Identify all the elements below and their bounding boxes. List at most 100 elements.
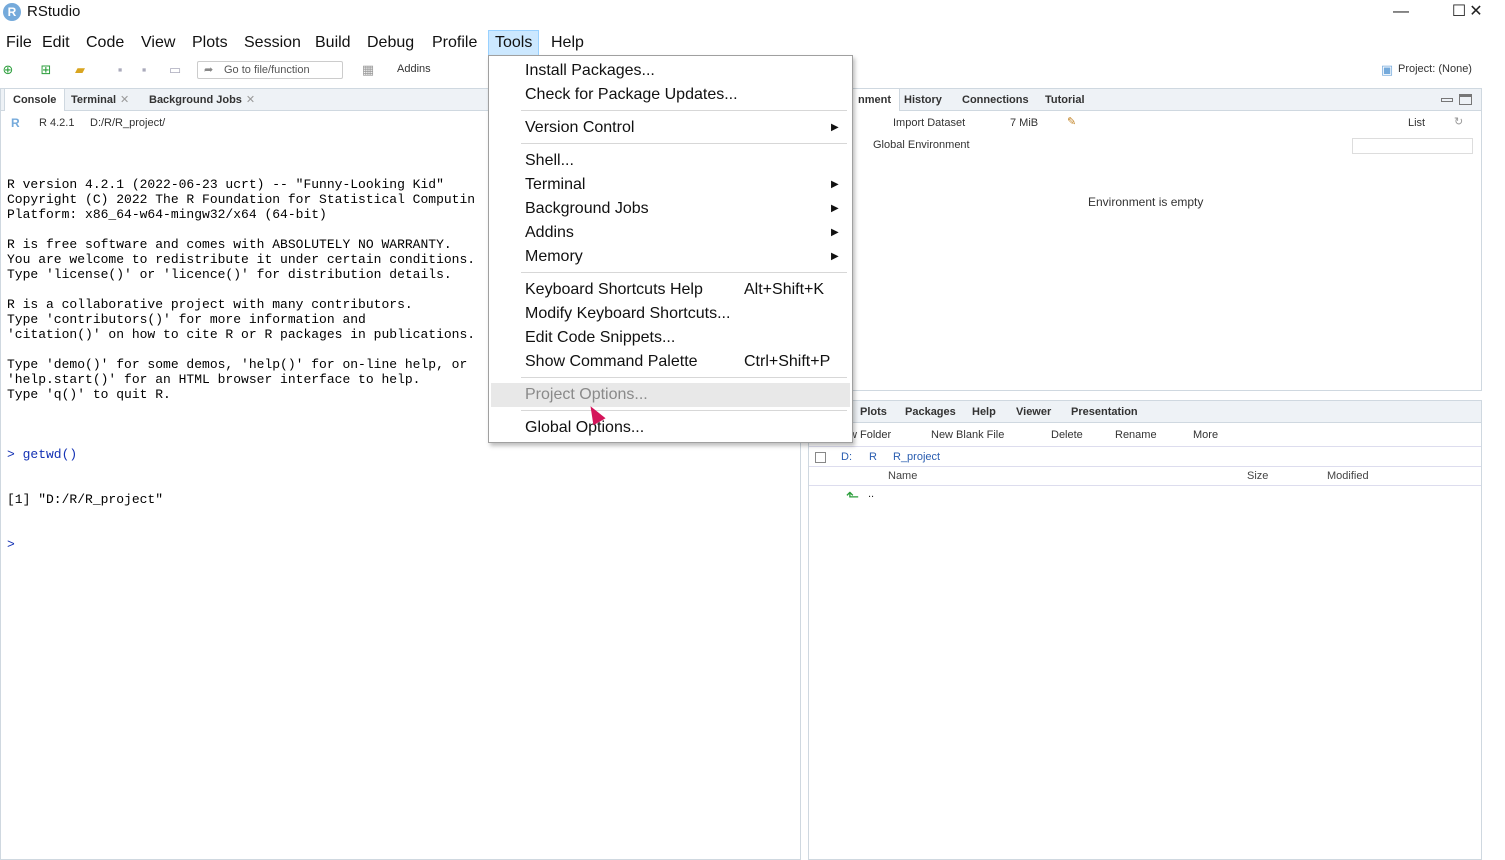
menu-view[interactable]: View [135, 30, 181, 56]
save-all-icon[interactable]: ▪ [136, 62, 152, 78]
breadcrumb-drive[interactable]: D: [841, 451, 852, 463]
console-line: 'citation()' on how to cite R or R packa… [7, 327, 476, 342]
import-dataset-button[interactable]: Import Dataset [893, 117, 965, 129]
tab-terminal-label: Terminal [71, 94, 117, 106]
memory-usage-button[interactable]: 7 MiB [1010, 117, 1038, 129]
submenu-arrow-icon: ▶ [831, 122, 839, 133]
global-environment-dropdown[interactable]: Global Environment [873, 139, 970, 151]
breadcrumb-project[interactable]: R_project [893, 451, 940, 463]
menu-plots[interactable]: Plots [186, 30, 234, 56]
tab-console[interactable]: Console [4, 89, 66, 111]
environment-empty-message: Environment is empty [1088, 195, 1204, 209]
menu-debug[interactable]: Debug [361, 30, 420, 56]
menu-item-label: Install Packages... [525, 62, 655, 79]
menu-item-shortcut: Ctrl+Shift+P [744, 353, 831, 370]
menu-code[interactable]: Code [80, 30, 130, 56]
menu-separator [521, 272, 847, 273]
tab-environment[interactable]: nment [849, 89, 900, 111]
menu-edit[interactable]: Edit [36, 30, 76, 56]
tab-presentation[interactable]: Presentation [1063, 401, 1146, 423]
minimize-pane-icon[interactable] [1441, 98, 1453, 102]
new-blank-file-button[interactable]: New Blank File [931, 429, 1004, 441]
menu-edit-code-snippets[interactable]: Edit Code Snippets... [491, 326, 850, 350]
new-project-icon[interactable]: ⊞ [38, 62, 54, 78]
menu-show-command-palette[interactable]: Show Command Palette Ctrl+Shift+P [491, 350, 850, 374]
grid-layout-icon[interactable]: ▦ [360, 62, 376, 78]
menu-memory[interactable]: Memory ▶ [491, 245, 850, 269]
menu-session[interactable]: Session [238, 30, 307, 56]
new-file-icon[interactable]: ⊕ [0, 62, 16, 78]
table-row[interactable]: ⬑ .. [809, 487, 1481, 506]
files-toolbar: w Folder New Blank File Delete Rename Mo… [809, 425, 1481, 447]
console-line: Type 'q()' to quit R. [7, 387, 171, 402]
console-line: R is free software and comes with ABSOLU… [7, 237, 452, 252]
close-tab-icon[interactable]: ✕ [246, 94, 255, 106]
tab-terminal[interactable]: Terminal ✕ [63, 89, 137, 111]
tab-plots[interactable]: Plots [852, 401, 895, 423]
delete-button[interactable]: Delete [1051, 429, 1083, 441]
broom-icon[interactable]: ✎ [1067, 115, 1076, 128]
addins-dropdown[interactable]: Addins [397, 63, 431, 75]
console-output[interactable]: R version 4.2.1 (2022-06-23 ucrt) -- "Fu… [7, 147, 475, 567]
menu-shell[interactable]: Shell... [491, 149, 850, 173]
console-line: Type 'contributors()' for more informati… [7, 312, 366, 327]
files-tabbar: Plots Packages Help Viewer Presentation [809, 401, 1481, 423]
rename-button[interactable]: Rename [1115, 429, 1157, 441]
window-title: RStudio [27, 3, 81, 20]
tab-packages[interactable]: Packages [897, 401, 964, 423]
console-line: Copyright (C) 2022 The R Foundation for … [7, 192, 476, 207]
console-command: > getwd() [7, 447, 78, 462]
goto-arrow-icon: ➦ [204, 64, 214, 76]
tab-help[interactable]: Help [964, 401, 1004, 423]
menu-help[interactable]: Help [545, 30, 590, 56]
refresh-icon[interactable]: ↻ [1454, 115, 1463, 128]
column-name[interactable]: Name [888, 470, 917, 482]
menu-version-control[interactable]: Version Control ▶ [491, 116, 850, 140]
console-startup-text: R version 4.2.1 (2022-06-23 ucrt) -- "Fu… [7, 177, 475, 417]
new-folder-button[interactable]: w Folder [849, 429, 891, 441]
menu-global-options[interactable]: Global Options... [491, 416, 850, 440]
menu-project-options[interactable]: Project Options... [491, 383, 850, 407]
tab-tutorial[interactable]: Tutorial [1037, 89, 1093, 111]
env-search-input[interactable] [1352, 138, 1473, 154]
column-modified[interactable]: Modified [1327, 470, 1369, 482]
menu-build[interactable]: Build [309, 30, 357, 56]
close-tab-icon[interactable]: ✕ [120, 94, 129, 106]
menu-item-shortcut: Alt+Shift+K [744, 281, 825, 298]
console-line: You are welcome to redistribute it under… [7, 252, 476, 267]
print-icon[interactable]: ▭ [167, 62, 183, 78]
tab-background-jobs-label: Background Jobs [149, 94, 242, 106]
tab-history[interactable]: History [896, 89, 950, 111]
maximize-pane-icon[interactable] [1459, 94, 1472, 105]
menu-file[interactable]: File [0, 30, 38, 56]
menu-install-packages[interactable]: Install Packages... [491, 59, 850, 83]
menu-terminal[interactable]: Terminal ▶ [491, 173, 850, 197]
menu-keyboard-shortcuts-help[interactable]: Keyboard Shortcuts Help Alt+Shift+K [491, 278, 850, 302]
menu-background-jobs[interactable]: Background Jobs ▶ [491, 197, 850, 221]
tab-background-jobs[interactable]: Background Jobs ✕ [141, 89, 263, 111]
tab-viewer[interactable]: Viewer [1008, 401, 1059, 423]
breadcrumb-r[interactable]: R [869, 451, 877, 463]
more-button[interactable]: More [1193, 429, 1218, 441]
column-size[interactable]: Size [1247, 470, 1268, 482]
menu-separator [521, 410, 847, 411]
project-menu[interactable]: Project: (None) [1398, 63, 1472, 75]
close-button[interactable]: ✕ [1447, 0, 1505, 24]
project-icon: ▣ [1380, 62, 1394, 77]
open-folder-icon[interactable]: ▰ [72, 62, 88, 78]
menu-item-label: Shell... [525, 152, 574, 169]
select-all-checkbox[interactable] [815, 452, 826, 463]
list-view-button[interactable]: List [1408, 117, 1425, 129]
working-directory[interactable]: D:/R/R_project/ [90, 117, 165, 129]
menu-addins[interactable]: Addins ▶ [491, 221, 850, 245]
menu-modify-keyboard-shortcuts[interactable]: Modify Keyboard Shortcuts... [491, 302, 850, 326]
menu-check-package-updates[interactable]: Check for Package Updates... [491, 83, 850, 107]
save-icon[interactable]: ▪ [112, 62, 128, 78]
tab-connections[interactable]: Connections [954, 89, 1037, 111]
menu-tools[interactable]: Tools [488, 30, 540, 56]
go-to-file-input[interactable]: ➦ Go to file/function [197, 61, 343, 79]
menu-profile[interactable]: Profile [426, 30, 483, 56]
env-scope-bar: Global Environment [809, 135, 1481, 157]
console-prompt[interactable]: > [7, 537, 475, 552]
